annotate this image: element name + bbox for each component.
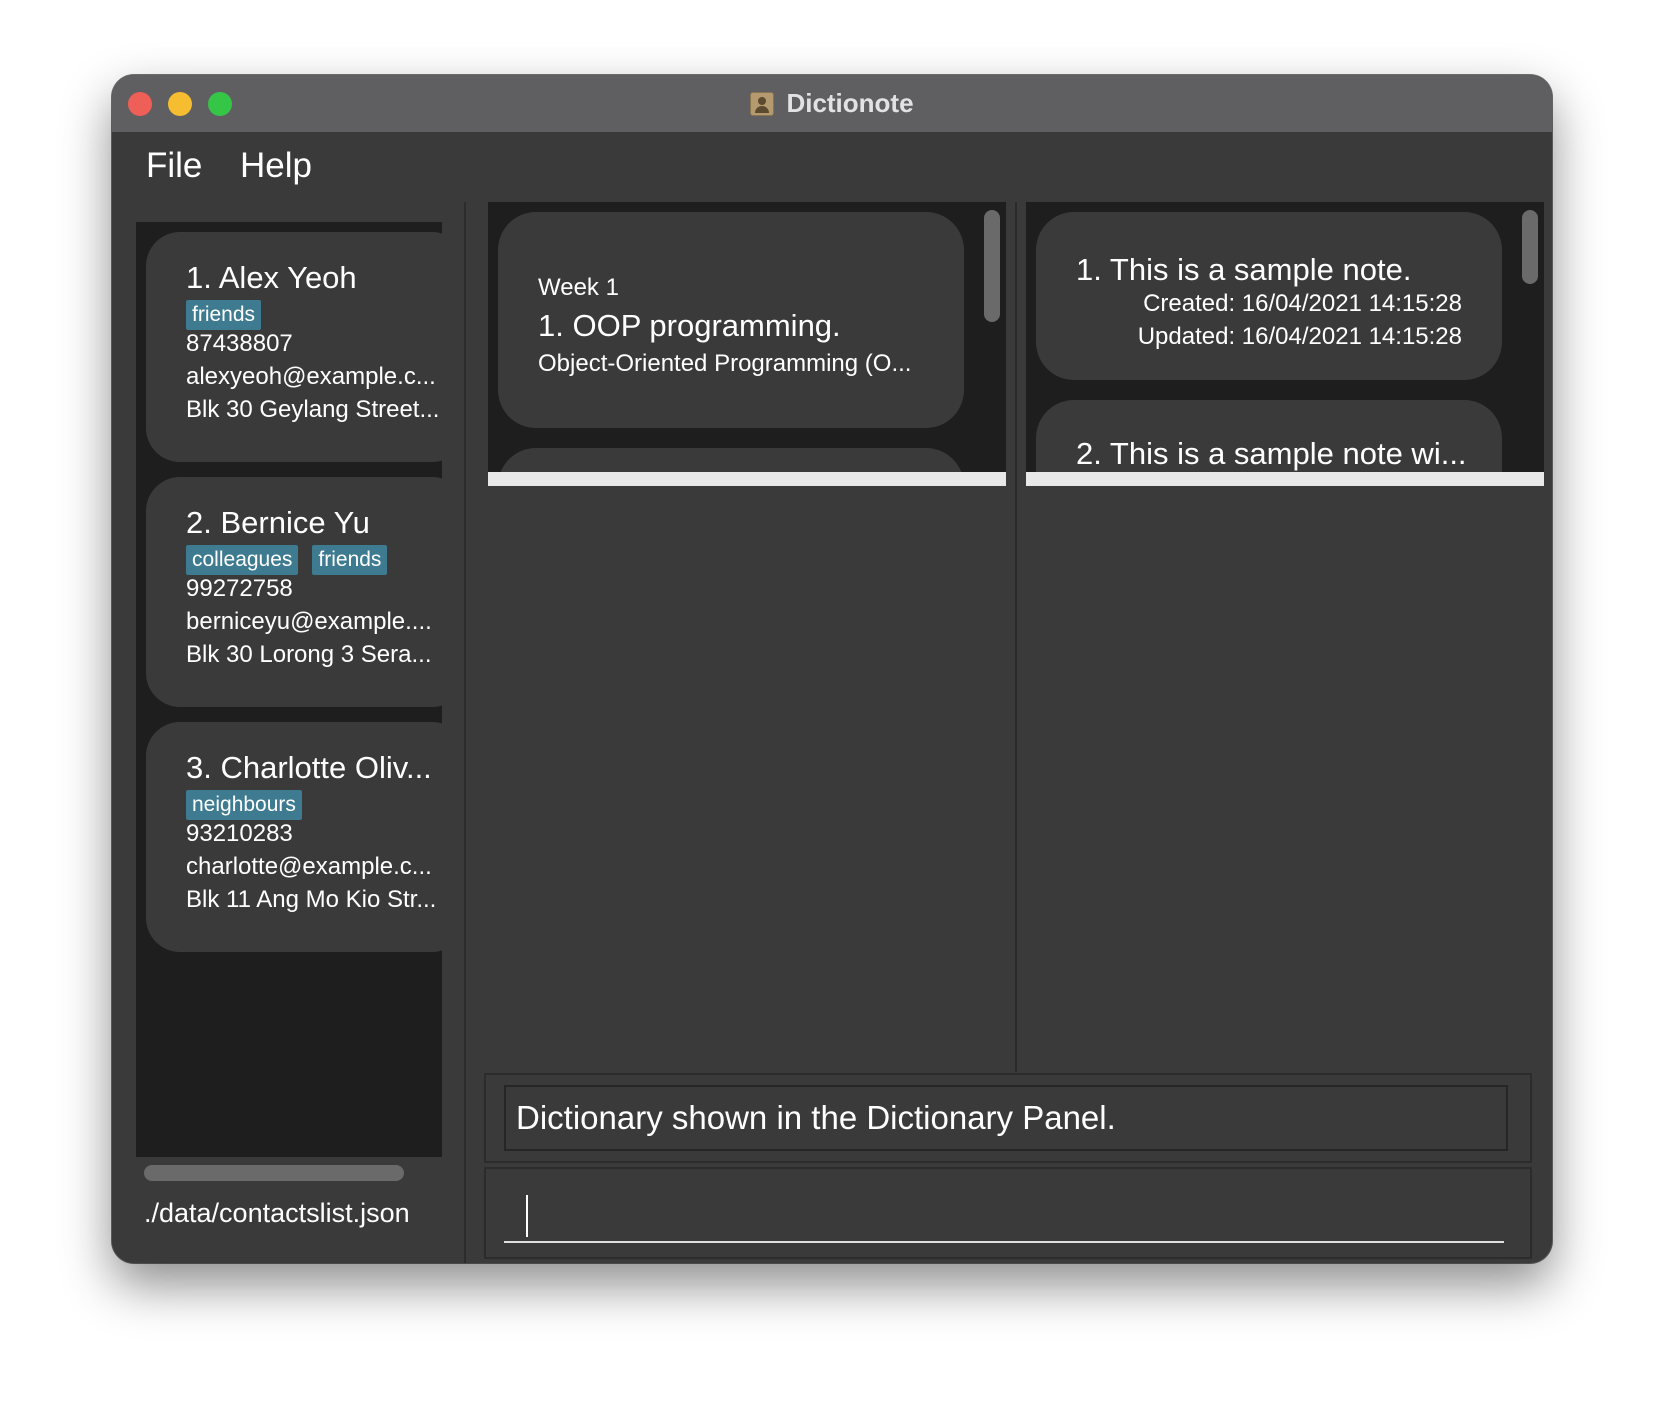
scrollbar-thumb[interactable] xyxy=(144,1165,404,1181)
contact-email: charlotte@example.c... xyxy=(186,853,432,880)
note-updated: Updated: 16/04/2021 14:15:28 xyxy=(1137,323,1462,350)
contact-address: Blk 11 Ang Mo Kio Str... xyxy=(186,886,437,913)
contact-name: 1. Alex Yeoh xyxy=(186,260,357,295)
contact-email: alexyeoh@example.c... xyxy=(186,363,436,390)
note-title: 2. This is a sample note wi... xyxy=(1076,436,1467,471)
contact-card[interactable]: 2. Bernice Yu colleagues friends 9927275… xyxy=(146,477,442,707)
note-created: Created: 16/04/2021 14:15:28 xyxy=(1143,290,1462,317)
note-panel[interactable]: 1. This is a sample note. Created: 16/04… xyxy=(1026,202,1544,486)
contact-email: berniceyu@example.... xyxy=(186,608,432,635)
tag-badge: neighbours xyxy=(186,790,302,820)
app-icon xyxy=(750,91,775,116)
result-display-area: Dictionary shown in the Dictionary Panel… xyxy=(504,1085,1508,1151)
title-bar: Dictionote xyxy=(112,75,1552,133)
tag-badge: colleagues xyxy=(186,545,299,575)
note-card[interactable]: 1. This is a sample note. Created: 16/04… xyxy=(1036,212,1502,380)
file-path-status: ./data/contactslist.json xyxy=(144,1198,410,1228)
contact-name: 3. Charlotte Oliv... xyxy=(186,750,432,785)
command-box xyxy=(484,1167,1532,1259)
dictionary-week: Week 1 xyxy=(538,274,619,301)
command-input[interactable] xyxy=(504,1175,1504,1243)
app-window: Dictionote File Help 1. Alex Yeoh friend… xyxy=(112,75,1552,1263)
contact-tags: friends xyxy=(186,300,275,330)
dictionary-description: Object-Oriented Programming (O... xyxy=(538,350,912,377)
dictionary-panel[interactable]: Week 1 1. OOP programming. Object-Orient… xyxy=(488,202,1006,486)
contact-list[interactable]: 1. Alex Yeoh friends 87438807 alexyeoh@e… xyxy=(136,222,442,1157)
note-title: 1. This is a sample note. xyxy=(1076,252,1412,287)
text-caret xyxy=(526,1195,528,1237)
contact-list-horizontal-scrollbar[interactable] xyxy=(136,1157,442,1187)
contact-phone: 87438807 xyxy=(186,330,293,357)
contact-phone: 93210283 xyxy=(186,820,293,847)
contact-address: Blk 30 Geylang Street... xyxy=(186,396,440,423)
divider-line xyxy=(1015,202,1017,1072)
menu-file[interactable]: File xyxy=(146,146,202,186)
contact-name: 2. Bernice Yu xyxy=(186,505,370,540)
dictionary-title: 1. OOP programming. xyxy=(538,308,841,343)
contact-card[interactable]: 3. Charlotte Oliv... neighbours 93210283… xyxy=(146,722,442,952)
menu-help[interactable]: Help xyxy=(240,146,312,186)
window-title: Dictionote xyxy=(786,88,914,118)
result-message: Dictionary shown in the Dictionary Panel… xyxy=(516,1099,1116,1136)
contact-card[interactable]: 1. Alex Yeoh friends 87438807 alexyeoh@e… xyxy=(146,232,442,462)
note-horizontal-scrollbar[interactable] xyxy=(1026,472,1544,486)
dictionary-horizontal-scrollbar[interactable] xyxy=(488,472,1006,486)
tag-badge: friends xyxy=(312,545,388,575)
note-vertical-scrollbar[interactable] xyxy=(1522,210,1538,284)
contact-address: Blk 30 Lorong 3 Sera... xyxy=(186,641,432,668)
split-pane-divider[interactable] xyxy=(1006,202,1026,1072)
dictionary-card[interactable]: Week 1 1. OOP programming. Object-Orient… xyxy=(498,212,964,428)
contact-tags: colleagues friends xyxy=(186,545,401,575)
contact-tags: neighbours xyxy=(186,790,316,820)
title-wrap: Dictionote xyxy=(112,75,1552,132)
contact-list-panel: 1. Alex Yeoh friends 87438807 alexyeoh@e… xyxy=(112,202,466,1263)
tag-badge: friends xyxy=(186,300,262,330)
menu-bar: File Help xyxy=(112,132,1552,202)
result-display: Dictionary shown in the Dictionary Panel… xyxy=(484,1073,1532,1163)
dictionary-vertical-scrollbar[interactable] xyxy=(984,210,1000,322)
contact-phone: 99272758 xyxy=(186,575,293,602)
